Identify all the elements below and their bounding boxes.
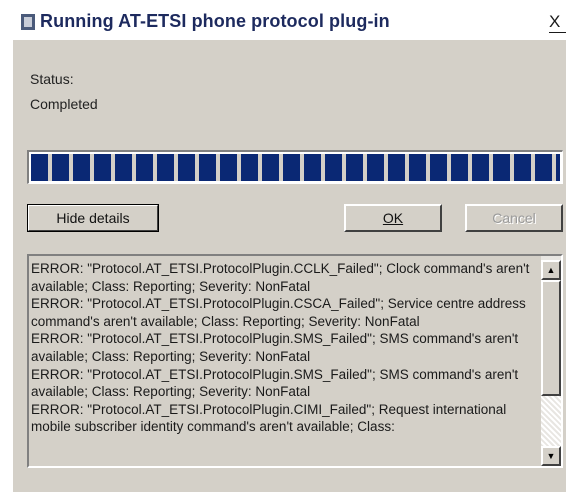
window-title: Running AT-ETSI phone protocol plug-in (40, 11, 390, 31)
details-log-text: ERROR: "Protocol.AT_ETSI.ProtocolPlugin.… (31, 260, 537, 436)
status-label: Status: (30, 71, 74, 87)
log-line: ERROR: "Protocol.AT_ETSI.ProtocolPlugin.… (31, 261, 534, 294)
scrollbar-track[interactable] (541, 396, 561, 446)
progress-bar (27, 150, 563, 184)
log-line: ERROR: "Protocol.AT_ETSI.ProtocolPlugin.… (31, 401, 511, 435)
details-scrollbar[interactable]: ▲ ▼ (541, 256, 561, 466)
ok-button[interactable]: OK (344, 204, 442, 232)
log-line: ERROR: "Protocol.AT_ETSI.ProtocolPlugin.… (31, 366, 522, 400)
hide-details-button[interactable]: Hide details (27, 204, 159, 232)
scroll-up-arrow-icon[interactable]: ▲ (541, 260, 561, 280)
log-line: ERROR: "Protocol.AT_ETSI.ProtocolPlugin.… (31, 331, 522, 364)
title-bar[interactable]: Running AT-ETSI phone protocol plug-in X (13, 4, 566, 40)
progress-bar-fill (31, 154, 560, 181)
status-value: Completed (30, 96, 98, 112)
cancel-button[interactable]: Cancel (465, 204, 563, 232)
close-button[interactable]: X (549, 12, 566, 33)
window-app-icon (21, 14, 35, 30)
scrollbar-thumb[interactable] (541, 280, 561, 396)
scroll-down-arrow-icon[interactable]: ▼ (541, 446, 561, 466)
progress-dialog: Running AT-ETSI phone protocol plug-in X… (12, 4, 566, 492)
log-line: ERROR: "Protocol.AT_ETSI.ProtocolPlugin.… (31, 296, 530, 329)
details-log[interactable]: ERROR: "Protocol.AT_ETSI.ProtocolPlugin.… (27, 254, 563, 468)
